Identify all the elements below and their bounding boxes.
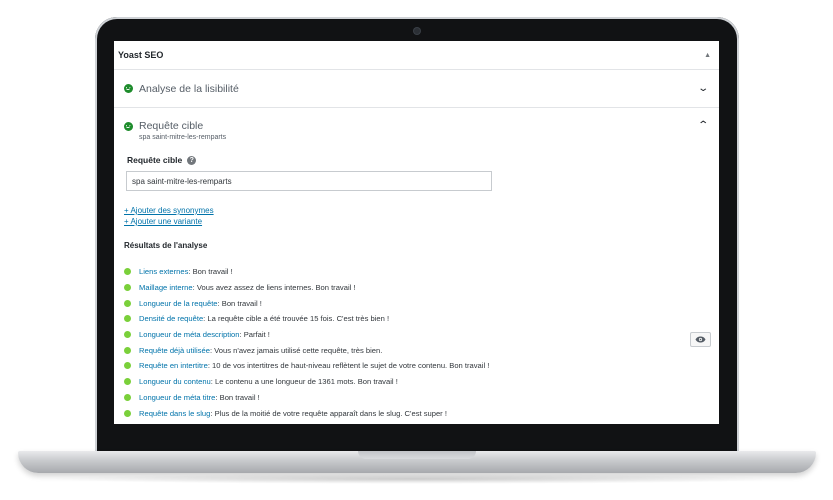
result-link[interactable]: Requête en intertitre [139,361,208,370]
result-text: : Vous n'avez jamais utilisé cette requê… [209,345,383,355]
result-text: : Plus de la moitié de votre requête app… [210,408,447,418]
list-item: Maillage interne : Vous avez assez de li… [124,280,707,296]
yoast-panel-header[interactable]: Yoast SEO ▲ [114,41,719,70]
add-synonyms-link[interactable]: + Ajouter des synonymes [124,205,707,216]
result-link[interactable]: Densité de requête [139,314,203,323]
result-text: : Bon travail ! [217,298,262,308]
keyphrase-section-header[interactable]: Requête cible spa saint-mitre-les-rempar… [124,108,709,141]
chevron-up-icon[interactable]: ⌃ [697,120,709,141]
results-list: Liens externes : Bon travail ! Maillage … [124,264,707,421]
laptop-shadow [40,474,794,484]
smiley-good-icon [124,84,133,93]
help-icon[interactable]: ? [187,155,197,165]
keyphrase-field-label: Requête cible [127,155,183,165]
result-link[interactable]: Longueur de la requête [139,299,218,308]
status-dot-icon [124,284,131,292]
list-item: Densité de requête : La requête cible a … [124,311,707,327]
status-dot-icon [124,378,131,386]
status-dot-icon [124,331,131,339]
readability-title: Analyse de la lisibilité [139,82,239,95]
keyphrase-section: Requête cible spa saint-mitre-les-rempar… [114,108,719,421]
result-link[interactable]: Longueur de méta description [139,330,239,339]
status-dot-icon [124,268,131,276]
panel-title: Yoast SEO [118,50,164,60]
status-dot-icon [124,299,131,307]
list-item: Longueur du contenu : Le contenu a une l… [124,374,707,390]
collapse-arrow-icon[interactable]: ▲ [704,52,711,59]
result-text: : Parfait ! [239,330,270,340]
result-link[interactable]: Longueur de méta titre [139,393,215,402]
list-item: Longueur de la requête : Bon travail ! [124,295,707,311]
camera-icon [414,28,420,34]
result-link[interactable]: Liens externes [139,267,188,276]
list-item: Requête dans le slug : Plus de la moitié… [124,405,707,421]
status-dot-icon [124,362,131,370]
result-link[interactable]: Longueur du contenu [139,377,211,386]
readability-section-header[interactable]: Analyse de la lisibilité ⌄ [114,70,719,108]
add-variant-link[interactable]: + Ajouter une variante [124,216,707,227]
list-item: Liens externes : Bon travail ! [124,264,707,280]
keyphrase-subtitle: spa saint-mitre-les-remparts [139,134,227,141]
result-text: : Le contenu a une longueur de 1361 mots… [210,377,398,387]
laptop-notch [358,451,476,459]
smiley-good-icon [124,122,133,131]
result-link[interactable]: Requête dans le slug [139,409,210,418]
status-dot-icon [124,409,131,417]
keyphrase-title: Requête cible [139,120,204,132]
result-link[interactable]: Maillage interne [139,283,193,292]
result-text: : La requête cible a été trouvée 15 fois… [203,314,390,324]
results-title: Résultats de l'analyse [124,241,208,250]
chevron-down-icon[interactable]: ⌄ [697,83,709,94]
result-text: : Bon travail ! [188,267,233,277]
list-item: Requête en intertitre : 10 de vos intert… [124,358,707,374]
result-text: : 10 de vos intertitres de haut-niveau r… [207,361,490,371]
result-link[interactable]: Requête déjà utilisée [139,346,210,355]
list-item: Longueur de méta titre : Bon travail ! [124,390,707,406]
result-text: : Bon travail ! [215,392,260,402]
status-dot-icon [124,393,131,401]
keyphrase-input[interactable]: spa saint-mitre-les-remparts [126,171,492,191]
result-text: : Vous avez assez de liens internes. Bon… [192,283,356,293]
status-dot-icon [124,346,131,354]
list-item: Longueur de méta description : Parfait ! [124,327,707,343]
screen: Yoast SEO ▲ Analyse de la lisibilité ⌄ R… [114,41,719,424]
eye-icon [695,336,706,343]
list-item: Requête déjà utilisée : Vous n'avez jama… [124,342,707,358]
eye-toggle-button[interactable] [690,332,711,347]
status-dot-icon [124,315,131,323]
